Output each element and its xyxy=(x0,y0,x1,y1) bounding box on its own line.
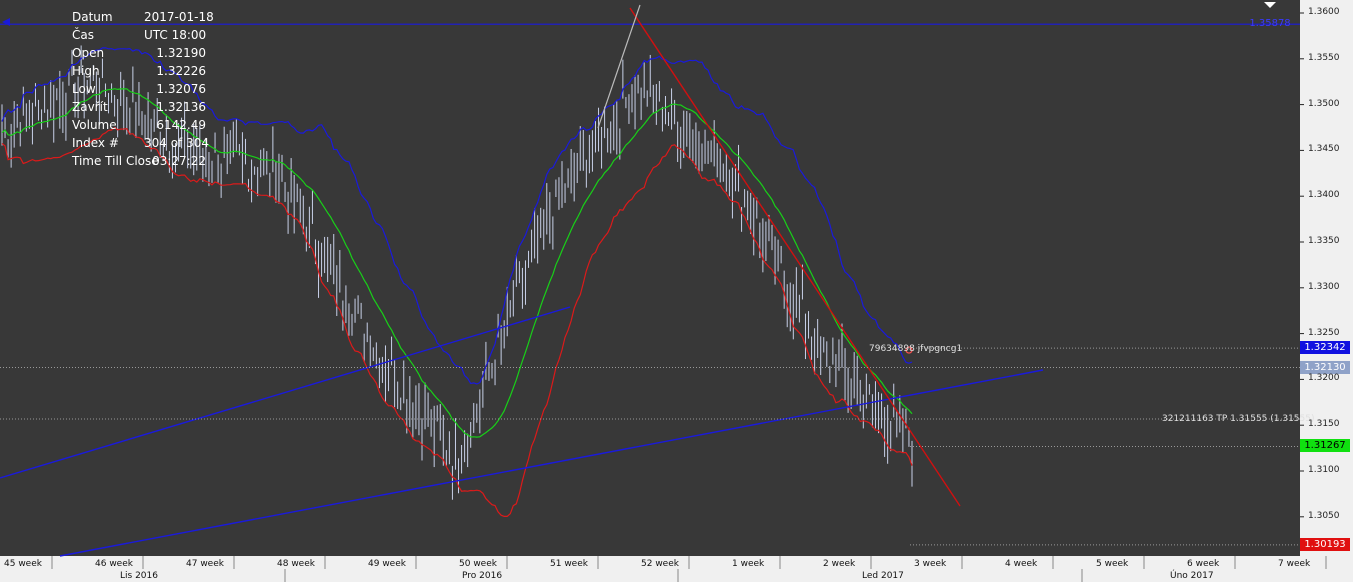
info-value: UTC 18:00 xyxy=(144,28,207,42)
y-tick-label: 1.3550 xyxy=(1308,52,1340,63)
tp-label[interactable]: 321211163 TP 1.31555 (1.31555) xyxy=(1162,414,1315,424)
y-tick-label: 1.3450 xyxy=(1308,144,1340,155)
y-tick-label: 1.3100 xyxy=(1308,465,1340,475)
week-label: 1 week xyxy=(732,559,765,569)
info-key: Datum xyxy=(72,10,113,24)
month-label: Pro 2016 xyxy=(462,571,503,581)
info-value: 1.32226 xyxy=(156,64,206,78)
chart-window: Datum 2017-01-18 Čas UTC 18:00 Open 1.32190 Hi… xyxy=(0,0,1353,582)
current-price-badge: 1.32130 xyxy=(1300,361,1350,374)
info-value: 1.32076 xyxy=(156,82,206,96)
green-price-badge: 1.31267 xyxy=(1300,439,1350,452)
week-label: 6 week xyxy=(1187,559,1220,569)
week-label: 5 week xyxy=(1096,559,1129,569)
order-label[interactable]: 79634898 jfvpgncg1 xyxy=(869,344,962,354)
info-key: Volume xyxy=(72,118,117,132)
blue-price-badge: 1.32342 xyxy=(1300,341,1350,354)
week-label: 45 week xyxy=(4,559,42,569)
month-label: Úno 2017 xyxy=(1170,571,1214,581)
week-label: 47 week xyxy=(186,559,224,569)
red-price-badge: 1.30193 xyxy=(1300,538,1350,551)
info-value: 6142.49 xyxy=(156,118,206,132)
week-label: 51 week xyxy=(550,559,588,569)
week-label: 46 week xyxy=(95,559,133,569)
info-key: Zavřít xyxy=(72,100,108,114)
y-tick-label: 1.3600 xyxy=(1308,7,1340,17)
week-label: 48 week xyxy=(277,559,315,569)
week-label: 50 week xyxy=(459,559,497,569)
y-tick-label: 1.3350 xyxy=(1308,236,1340,246)
info-value: 2017-01-18 xyxy=(144,10,214,24)
week-label: 3 week xyxy=(914,559,947,569)
week-label: 49 week xyxy=(368,559,406,569)
y-tick-label: 1.3400 xyxy=(1308,190,1340,201)
y-tick-label: 1.3500 xyxy=(1308,98,1340,109)
info-key: Low xyxy=(72,82,96,96)
y-tick-label: 1.3200 xyxy=(1308,373,1340,384)
info-key: Open xyxy=(72,46,105,60)
info-value: 1.32136 xyxy=(156,100,206,114)
info-key: Index # xyxy=(72,136,119,150)
month-label: Lis 2016 xyxy=(120,571,158,581)
y-tick-label: 1.3050 xyxy=(1308,510,1340,521)
info-key: High xyxy=(72,64,100,78)
week-label: 52 week xyxy=(641,559,679,569)
month-label: Led 2017 xyxy=(862,571,904,581)
week-label: 4 week xyxy=(1005,559,1038,569)
y-tick-label: 1.3150 xyxy=(1308,419,1340,430)
y-tick-label: 1.3300 xyxy=(1308,281,1340,292)
y-tick-label: 1.3250 xyxy=(1308,327,1340,338)
info-key: Čas xyxy=(72,28,94,42)
info-value: 1.32190 xyxy=(156,46,206,60)
info-value: 304 of 304 xyxy=(144,136,210,150)
week-label: 2 week xyxy=(823,559,856,569)
top-line-price-label: 1.35878 xyxy=(1249,18,1291,29)
info-value: 03:27:22 xyxy=(152,154,206,168)
week-label: 7 week xyxy=(1278,559,1311,569)
